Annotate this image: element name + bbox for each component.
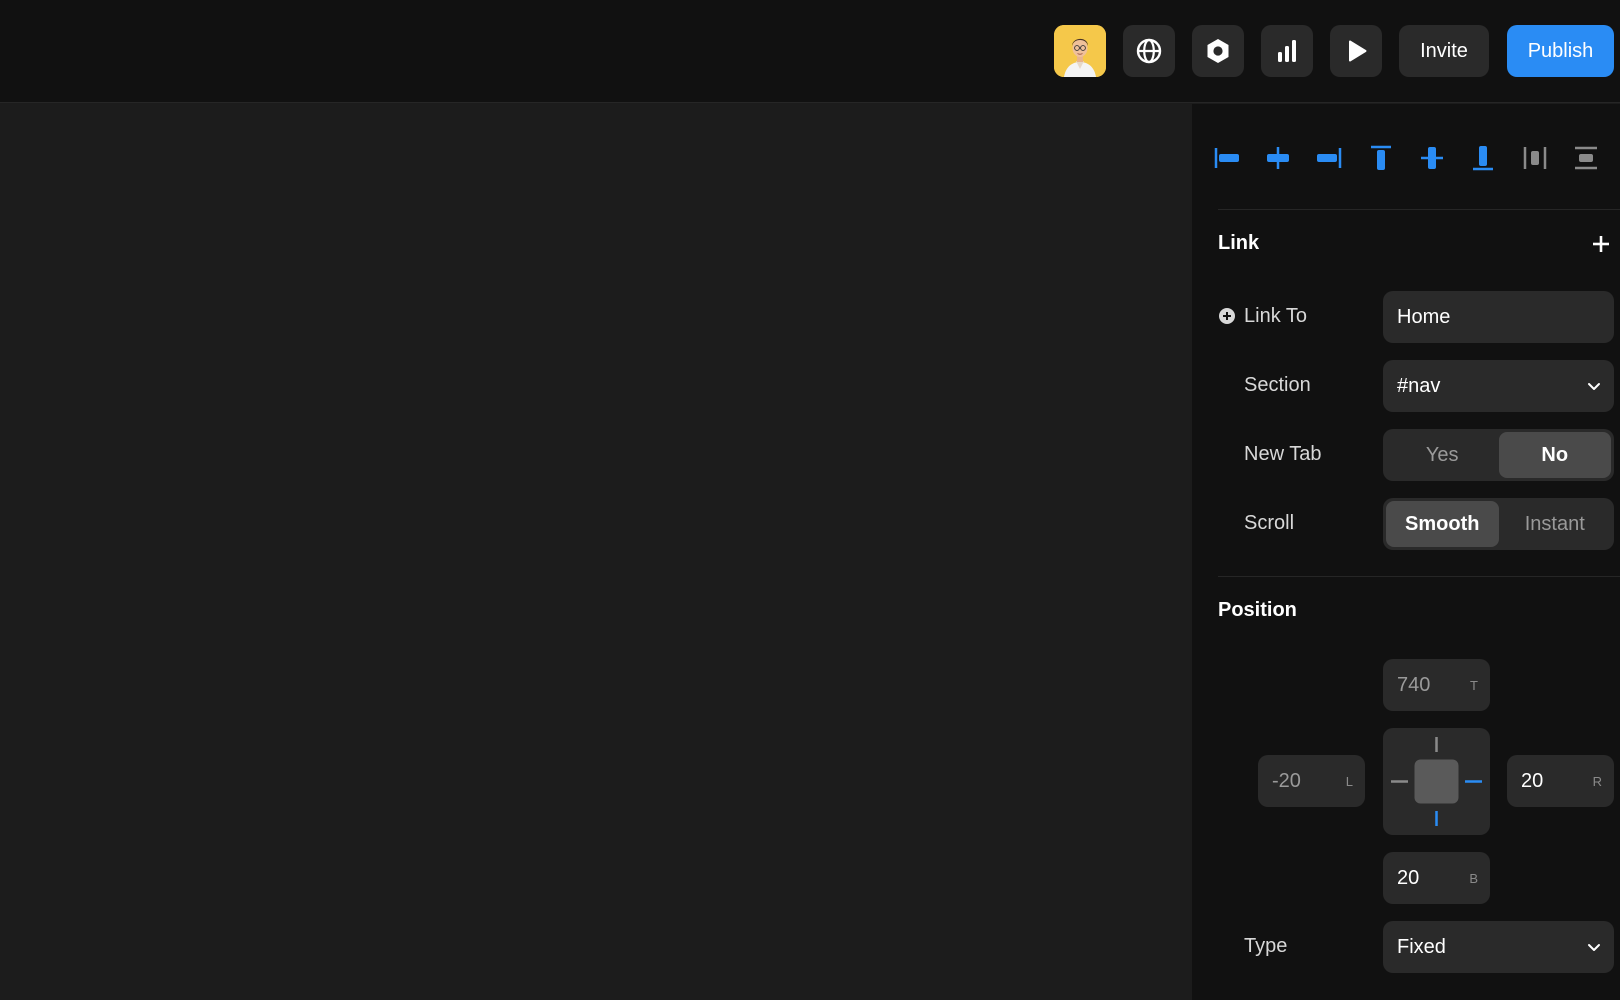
design-canvas[interactable] — [0, 104, 1192, 1000]
link-section-title: Link — [1218, 232, 1260, 254]
globe-icon — [1136, 38, 1162, 64]
publish-button[interactable]: Publish — [1507, 25, 1614, 77]
align-right-icon[interactable] — [1311, 140, 1347, 176]
add-circle-icon[interactable] — [1218, 307, 1236, 325]
position-top-suffix: T — [1470, 677, 1478, 693]
link-to-field[interactable]: Home — [1383, 291, 1614, 343]
align-left-icon[interactable] — [1209, 140, 1245, 176]
play-icon — [1349, 40, 1367, 62]
position-bottom-suffix: B — [1469, 870, 1478, 886]
chevron-down-icon — [1588, 383, 1600, 390]
panel-divider — [1218, 209, 1620, 210]
scroll-option-smooth[interactable]: Smooth — [1386, 501, 1499, 547]
settings-button[interactable] — [1192, 25, 1244, 77]
position-section-title: Position — [1218, 599, 1297, 621]
position-left-suffix: L — [1345, 773, 1353, 789]
scroll-label: Scroll — [1244, 512, 1295, 534]
position-right-suffix: R — [1592, 773, 1602, 789]
scroll-toggle: Smooth Instant — [1383, 498, 1614, 550]
position-bottom-value: 20 — [1397, 866, 1420, 889]
position-type-value: Fixed — [1397, 935, 1446, 958]
bar-chart-icon — [1278, 40, 1296, 62]
align-top-icon[interactable] — [1363, 140, 1399, 176]
new-tab-option-yes[interactable]: Yes — [1386, 432, 1499, 478]
new-tab-label: New Tab — [1244, 443, 1322, 465]
section-value: #nav — [1397, 374, 1441, 397]
panel-divider — [1218, 576, 1620, 577]
invite-button[interactable]: Invite — [1399, 25, 1489, 77]
user-avatar[interactable] — [1054, 25, 1106, 77]
position-left-input[interactable]: -20 L — [1258, 755, 1365, 807]
analytics-button[interactable] — [1261, 25, 1313, 77]
settings-hexagon-icon — [1207, 39, 1229, 63]
link-to-label: Link To — [1244, 305, 1308, 327]
align-center-vertical-icon[interactable] — [1414, 140, 1450, 176]
position-left-value: -20 — [1272, 769, 1301, 792]
constraint-diagram-icon — [1391, 737, 1482, 826]
globe-button[interactable] — [1123, 25, 1175, 77]
type-label: Type — [1244, 935, 1288, 957]
align-bottom-icon[interactable] — [1465, 140, 1501, 176]
alignment-toolbar — [1192, 104, 1620, 210]
position-right-value: 20 — [1521, 769, 1544, 792]
position-top-value: 740 — [1397, 673, 1431, 696]
top-toolbar: Invite Publish — [0, 0, 1620, 103]
distribute-horizontal-icon[interactable] — [1517, 140, 1553, 176]
section-select[interactable]: #nav — [1383, 360, 1614, 412]
new-tab-option-no[interactable]: No — [1498, 432, 1611, 478]
properties-panel: Link Link To Home Section #nav New Tab Y… — [1192, 104, 1620, 1000]
section-label: Section — [1244, 374, 1311, 396]
link-to-value: Home — [1397, 305, 1451, 328]
position-constraint-widget[interactable] — [1383, 728, 1490, 835]
avatar-portrait — [1054, 25, 1106, 77]
new-tab-toggle: Yes No — [1383, 429, 1614, 481]
chevron-down-icon — [1588, 944, 1600, 951]
position-type-select[interactable]: Fixed — [1383, 921, 1614, 973]
preview-button[interactable] — [1330, 25, 1382, 77]
align-center-horizontal-icon[interactable] — [1260, 140, 1296, 176]
position-right-input[interactable]: 20 R — [1507, 755, 1614, 807]
distribute-vertical-icon[interactable] — [1568, 140, 1604, 176]
add-link-icon[interactable] — [1589, 232, 1613, 256]
position-bottom-input[interactable]: 20 B — [1383, 852, 1490, 904]
scroll-option-instant[interactable]: Instant — [1499, 501, 1612, 547]
position-top-input[interactable]: 740 T — [1383, 659, 1490, 711]
